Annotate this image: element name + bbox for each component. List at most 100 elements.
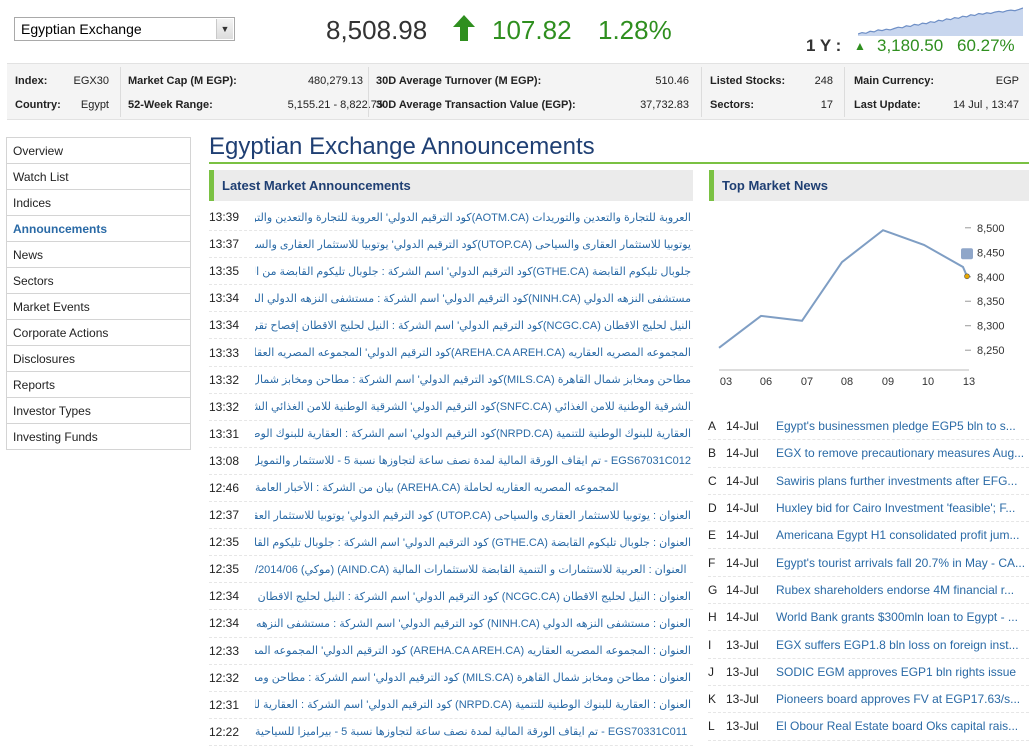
announcement-link[interactable]: جلوبال تليكوم القابضة (GTHE.CA)كود الترق… — [255, 265, 693, 278]
news-row[interactable]: I 13-Jul EGX suffers EGP1.8 bln loss on fo… — [708, 631, 1029, 659]
chevron-down-icon[interactable]: ▼ — [216, 19, 233, 39]
announcement-time: 13:32 — [209, 372, 240, 387]
top-news-list: A 14-Jul Egypt's businessmen pledge EGP5 b… — [708, 413, 1029, 741]
announcement-link[interactable]: العنوان : مطاحن ومخابز شمال القاهرة (MIL… — [255, 671, 693, 684]
announcement-row[interactable]: 13:34 مستشفى النزهه الدولي (NINH.CA)كود ا… — [209, 285, 693, 313]
announcement-link[interactable]: العنوان : يوتوبيا للاستثمار العقارى والس… — [255, 509, 693, 522]
announcement-time: 13:35 — [209, 264, 240, 279]
announcement-time: 13:31 — [209, 426, 240, 441]
announcement-row[interactable]: 12:35 العنوان : جلوبال تليكوم القابضة (GT… — [209, 529, 693, 557]
index-intraday-chart: 8,500 8,450 8,400 8,350 8,300 8,250 03 06 07 08 09… — [718, 223, 1005, 388]
sidebar-item-market-events[interactable]: Market Events — [7, 294, 190, 320]
announcement-row[interactable]: 13:39 العروبة للتجارة والتعدين والتوريدات… — [209, 204, 693, 232]
announcement-time: 13:39 — [209, 210, 240, 225]
announcement-row[interactable]: 13:34 النيل لحليج الاقطان (NCGC.CA)كود ال… — [209, 312, 693, 340]
announcement-link[interactable]: العقارية للبنوك الوطنية للتنمية (NRPD.CA… — [255, 427, 693, 440]
news-row[interactable]: F 14-Jul Egypt's tourist arrivals fall 20.… — [708, 549, 1029, 577]
announcement-link[interactable]: مستشفى النزهه الدولي (NINH.CA)كود الترقي… — [255, 292, 693, 305]
up-triangle-icon: ▲ — [854, 39, 866, 53]
announcement-row[interactable]: 13:31 العقارية للبنوك الوطنية للتنمية (NR… — [209, 421, 693, 448]
announcement-row[interactable]: 12:34 العنوان : مستشفى النزهه الدولي (NIN… — [209, 610, 693, 638]
avg-transaction-label: 30D Average Transaction Value (EGP): — [376, 99, 576, 111]
news-row[interactable]: B 14-Jul EGX to remove precautionary measu… — [708, 440, 1029, 468]
news-row[interactable]: G 14-Jul Rubex shareholders endorse 4M fin… — [708, 577, 1029, 605]
sidebar-item-overview[interactable]: Overview — [7, 138, 190, 164]
announcement-row[interactable]: 12:46 المجموعه المصريه العقاريه لحاملة (A… — [209, 475, 693, 503]
announcement-row[interactable]: 13:32 الشرقية الوطنية للامن الغذائي (SNFC… — [209, 394, 693, 421]
news-date: 14-Jul — [726, 419, 759, 434]
sidebar-item-investing-funds[interactable]: Investing Funds — [7, 424, 190, 450]
sparkline-area — [858, 8, 1023, 36]
announcement-link[interactable]: العنوان : المجموعه المصريه العقاريه (ARE… — [255, 644, 693, 657]
announcement-link[interactable]: العروبة للتجارة والتعدين والتوريدات (AOT… — [255, 211, 693, 224]
announcement-link[interactable]: المجموعه المصريه العقاريه (AREHA.CA AREH… — [255, 346, 693, 359]
sidebar-item-corporate-actions[interactable]: Corporate Actions — [7, 320, 190, 346]
announcement-row[interactable]: 12:37 العنوان : يوتوبيا للاستثمار العقارى… — [209, 502, 693, 530]
news-headline-link[interactable]: Egypt's tourist arrivals fall 20.7% in M… — [776, 556, 1029, 570]
side-navigation: Overview Watch List Indices Announcements Ne… — [6, 137, 191, 450]
sidebar-item-watch-list[interactable]: Watch List — [7, 164, 190, 190]
announcement-row[interactable]: 13:32 مطاحن ومخابز شمال القاهرة (MILS.CA)… — [209, 367, 693, 394]
news-headline-link[interactable]: World Bank grants $300mln loan to Egypt … — [776, 610, 1029, 624]
news-row[interactable]: D 14-Jul Huxley bid for Cairo Investment '… — [708, 495, 1029, 523]
news-headline-link[interactable]: SODIC EGM approves EGP1 bln rights issue — [776, 665, 1029, 679]
news-headline-link[interactable]: Huxley bid for Cairo Investment 'feasibl… — [776, 501, 1029, 515]
news-row[interactable]: J 13-Jul SODIC EGM approves EGP1 bln right… — [708, 659, 1029, 686]
sidebar-item-news[interactable]: News — [7, 242, 190, 268]
announcement-link[interactable]: العنوان : مستشفى النزهه الدولي (NINH.CA)… — [255, 617, 693, 630]
news-headline-link[interactable]: Americana Egypt H1 consolidated profit j… — [776, 528, 1029, 542]
news-row[interactable]: E 14-Jul Americana Egypt H1 consolidated p… — [708, 522, 1029, 550]
announcement-link[interactable]: EGS70331C011 - تم ايقاف الورقة المالية ل… — [255, 725, 693, 738]
sidebar-item-reports[interactable]: Reports — [7, 372, 190, 398]
sidebar-item-investor-types[interactable]: Investor Types — [7, 398, 190, 424]
news-marker-letter: A — [708, 419, 717, 434]
news-headline-link[interactable]: Sawiris plans further investments after … — [776, 474, 1029, 488]
announcement-link[interactable]: يوتوبيا للاستثمار العقارى والسياحى (UTOP… — [255, 238, 693, 251]
announcement-link[interactable]: العنوان : العربية للاستثمارات و التنمية … — [255, 563, 693, 576]
news-headline-link[interactable]: EGX to remove precautionary measures Aug… — [776, 446, 1029, 460]
news-marker-letter: C — [708, 473, 717, 488]
news-headline-link[interactable]: El Obour Real Estate board Oks capital r… — [776, 719, 1029, 733]
announcement-row[interactable]: 13:35 جلوبال تليكوم القابضة (GTHE.CA)كود … — [209, 258, 693, 286]
country-value: Egypt — [80, 99, 109, 111]
announcement-row[interactable]: 12:22 EGS70331C011 - تم ايقاف الورقة الما… — [209, 719, 693, 746]
news-headline-link[interactable]: Rubex shareholders endorse 4M financial … — [776, 583, 1029, 597]
x-tick-label: 07 — [801, 376, 813, 388]
news-row[interactable]: K 13-Jul Pioneers board approves FV at EGP… — [708, 686, 1029, 714]
news-row[interactable]: H 14-Jul World Bank grants $300mln loan to… — [708, 604, 1029, 632]
news-flag-icon[interactable] — [961, 248, 973, 260]
announcement-row[interactable]: 13:08 EGS67031C012 - تم ايقاف الورقة الما… — [209, 448, 693, 475]
announcement-row[interactable]: 12:34 العنوان : النيل لحليج الاقطان (NCGC… — [209, 583, 693, 611]
announcement-row[interactable]: 13:37 يوتوبيا للاستثمار العقارى والسياحى … — [209, 231, 693, 259]
news-marker-letter: I — [708, 637, 712, 652]
news-row[interactable]: C 14-Jul Sawiris plans further investments… — [708, 468, 1029, 495]
announcement-link[interactable]: العنوان : النيل لحليج الاقطان (NCGC.CA) … — [255, 590, 693, 603]
last-update-value: 14 Jul , 13:47 — [952, 99, 1019, 111]
announcement-row[interactable]: 12:33 العنوان : المجموعه المصريه العقاريه… — [209, 638, 693, 665]
y-tick-label: 8,250 — [977, 345, 1005, 357]
announcement-row[interactable]: 12:31 العنوان : العقارية للبنوك الوطنية ل… — [209, 692, 693, 719]
announcement-link[interactable]: الشرقية الوطنية للامن الغذائي (SNFC.CA)ك… — [255, 400, 693, 413]
sidebar-item-sectors[interactable]: Sectors — [7, 268, 190, 294]
announcement-link[interactable]: مطاحن ومخابز شمال القاهرة (MILS.CA)كود ا… — [255, 373, 693, 386]
sidebar-item-disclosures[interactable]: Disclosures — [7, 346, 190, 372]
news-row[interactable]: L 13-Jul El Obour Real Estate board Oks ca… — [708, 713, 1029, 741]
announcement-row[interactable]: 13:33 المجموعه المصريه العقاريه (AREHA.CA… — [209, 339, 693, 367]
announcements-heading: Latest Market Announcements — [222, 178, 411, 193]
market-select[interactable]: Egyptian Exchange ▼ — [14, 17, 235, 41]
sidebar-item-announcements[interactable]: Announcements — [7, 216, 190, 242]
news-date: 14-Jul — [726, 473, 759, 488]
news-row[interactable]: A 14-Jul Egypt's businessmen pledge EGP5 b… — [708, 413, 1029, 441]
announcement-row[interactable]: 12:35 العنوان : العربية للاستثمارات و الت… — [209, 556, 693, 584]
announcement-link[interactable]: النيل لحليج الاقطان (NCGC.CA)كود الترقيم… — [255, 319, 693, 332]
sidebar-item-indices[interactable]: Indices — [7, 190, 190, 216]
news-headline-link[interactable]: Pioneers board approves FV at EGP17.63/s… — [776, 692, 1029, 706]
announcement-row[interactable]: 12:32 العنوان : مطاحن ومخابز شمال القاهرة… — [209, 665, 693, 692]
change-percent: 1.28% — [598, 15, 672, 45]
news-headline-link[interactable]: Egypt's businessmen pledge EGP5 bln to s… — [776, 419, 1029, 433]
announcement-link[interactable]: المجموعه المصريه العقاريه لحاملة (AREHA.… — [255, 481, 693, 494]
announcement-link[interactable]: العنوان : جلوبال تليكوم القابضة (GTHE.CA… — [255, 536, 693, 549]
announcement-link[interactable]: العنوان : العقارية للبنوك الوطنية للتنمي… — [255, 698, 693, 711]
news-headline-link[interactable]: EGX suffers EGP1.8 bln loss on foreign i… — [776, 638, 1029, 652]
announcement-link[interactable]: EGS67031C012 - تم ايقاف الورقة المالية ل… — [255, 454, 693, 467]
